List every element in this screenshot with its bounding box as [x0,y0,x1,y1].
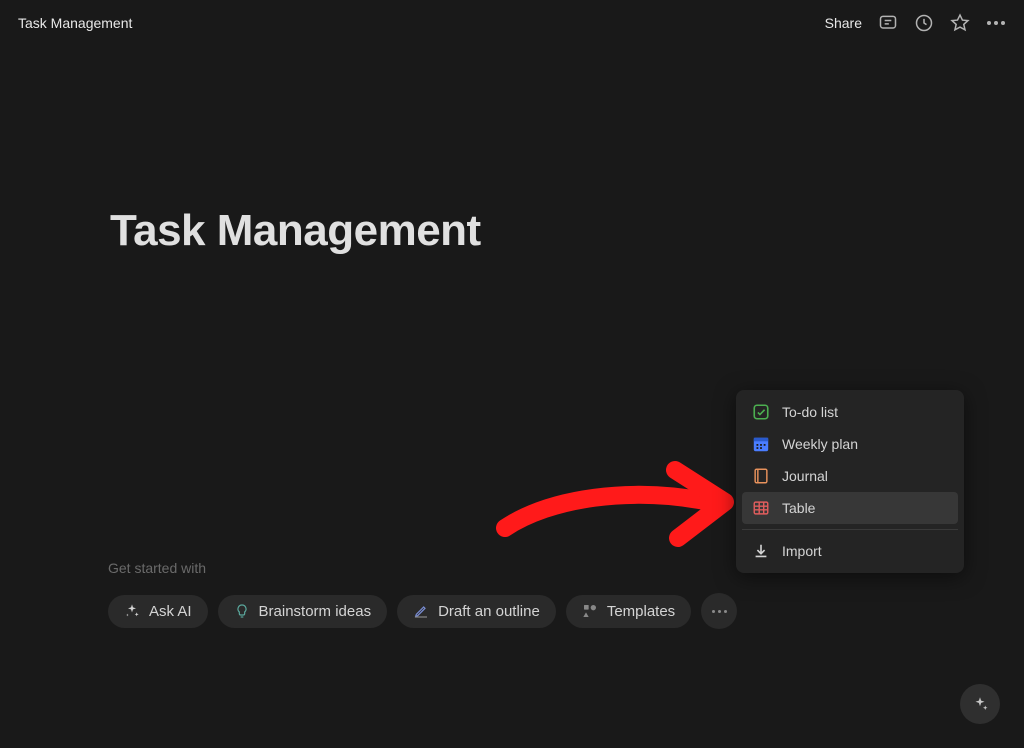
ai-fab[interactable] [960,684,1000,724]
import-icon [752,542,770,560]
page-title[interactable]: Task Management [110,206,914,256]
popup-item-todo[interactable]: To-do list [742,396,958,428]
popup-item-label: Import [782,543,822,559]
topbar-actions: Share [825,13,1006,33]
pill-label: Templates [607,603,675,620]
pill-label: Draft an outline [438,603,540,620]
page-content: Task Management [0,46,1024,256]
get-started-label: Get started with [108,560,206,576]
draft-pill[interactable]: Draft an outline [397,595,556,628]
arrow-annotation [490,450,740,565]
popup-item-table[interactable]: Table [742,492,958,524]
shapes-icon [582,603,598,619]
breadcrumb[interactable]: Task Management [18,15,132,31]
sparkle-icon [124,603,140,619]
pencil-icon [413,603,429,619]
more-pill[interactable] [701,593,737,629]
popup-item-weekly[interactable]: Weekly plan [742,428,958,460]
popup-item-import[interactable]: Import [742,535,958,567]
popup-item-label: Weekly plan [782,436,858,452]
pill-row: Ask AI Brainstorm ideas Draft an outline [108,593,737,629]
topbar: Task Management Share [0,0,1024,46]
share-button[interactable]: Share [825,15,862,31]
pill-label: Ask AI [149,603,192,620]
table-icon [752,499,770,517]
book-icon [752,467,770,485]
sparkle-icon [971,695,989,713]
templates-pill[interactable]: Templates [566,595,691,628]
pill-label: Brainstorm ideas [259,603,372,620]
popup-item-label: Table [782,500,815,516]
calendar-icon [752,435,770,453]
checkbox-icon [752,403,770,421]
popup-item-label: To-do list [782,404,838,420]
comments-icon[interactable] [878,13,898,33]
ellipsis-icon [712,610,727,613]
popup-divider [742,529,958,530]
lightbulb-icon [234,603,250,619]
brainstorm-pill[interactable]: Brainstorm ideas [218,595,388,628]
template-popup: To-do list Weekly plan Journal [736,390,964,573]
ask-ai-pill[interactable]: Ask AI [108,595,208,628]
clock-icon[interactable] [914,13,934,33]
popup-item-journal[interactable]: Journal [742,460,958,492]
more-icon[interactable] [986,13,1006,33]
popup-item-label: Journal [782,468,828,484]
star-icon[interactable] [950,13,970,33]
